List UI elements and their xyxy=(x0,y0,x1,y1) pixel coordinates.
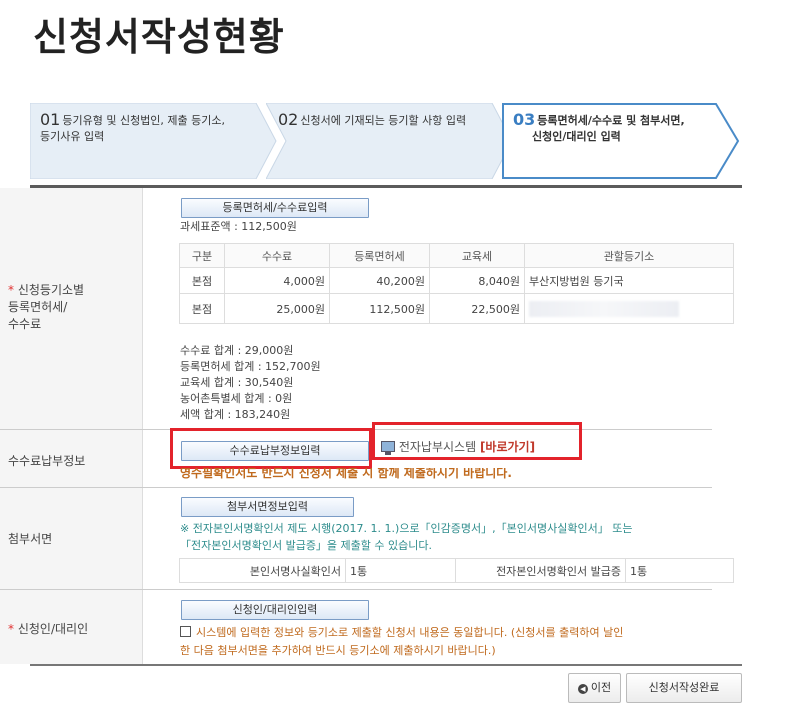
total-education-tax: 교육세 합계 : 30,540원 xyxy=(180,376,294,389)
prev-button[interactable]: ◀ 이전 xyxy=(568,673,621,703)
step-02: 02 신청서에 기재되는 등기할 사항 입력 xyxy=(266,103,516,179)
step-01-label-line1: 등기유형 및 신청법인, 제출 등기소, xyxy=(62,114,226,127)
table-row: 본점 25,000원 112,500원 22,500원 xyxy=(179,293,734,324)
agreement-text: 시스템에 입력한 정보와 등기소로 제출할 신청서 내용은 동일합니다. (신청… xyxy=(180,626,624,657)
step-progress: 01 등기유형 및 신청법인, 제출 등기소, 등기사유 입력 02 신청서에 기재… xyxy=(30,103,742,179)
step-01: 01 등기유형 및 신청법인, 제출 등기소, 등기사유 입력 xyxy=(30,103,280,179)
step-01-label-line2: 등기사유 입력 xyxy=(40,130,105,143)
tax-base-text: 과세표준액 : 112,500원 xyxy=(180,220,297,233)
fee-section-label: * 신청등기소별 등록면허세/ 수수료 xyxy=(0,188,143,429)
highlight-box-payment-system xyxy=(372,422,582,460)
attachments-notice: ※ 전자본인서명확인서 제도 시행(2017. 1. 1.)으로「인감증명서」,… xyxy=(180,522,633,552)
step-01-number: 01 xyxy=(40,110,61,129)
fee-input-button[interactable]: 등록면허세/수수료입력 xyxy=(181,198,369,218)
attachments-table: 본인서명사실확인서 1통 전자본인서명확인서 발급증 1통 xyxy=(179,558,734,583)
total-tax: 세액 합계 : 183,240원 xyxy=(180,408,291,421)
total-fee: 수수료 합계 : 29,000원 xyxy=(180,344,294,357)
fee-table: 구분 수수료 등록면허세 교육세 관할등기소 본점 4,000원 40,200원… xyxy=(179,243,734,324)
page-title: 신청서작성현황 xyxy=(33,15,285,59)
total-registration-tax: 등록면허세 합계 : 152,700원 xyxy=(180,360,321,373)
step-03-label-line1: 등록면허세/수수료 및 첨부서면, xyxy=(537,114,685,127)
payment-section-label: 수수료납부정보 xyxy=(0,430,143,487)
required-mark: * xyxy=(8,283,14,297)
applicant-input-button[interactable]: 신청인/대리인입력 xyxy=(181,600,369,620)
highlight-box-payment-button xyxy=(170,428,372,469)
step-03-active: 03 등록면허세/수수료 및 첨부서면, 신청인/대리인 입력 xyxy=(502,103,742,179)
attachments-section-label: 첨부서면 xyxy=(0,488,143,589)
table-bottom-border xyxy=(30,664,742,666)
required-mark: * xyxy=(8,622,14,636)
agree-checkbox[interactable] xyxy=(180,626,191,637)
applicant-section-label: * 신청인/대리인 xyxy=(0,590,143,664)
fee-table-header: 구분 수수료 등록면허세 교육세 관할등기소 xyxy=(179,243,734,268)
step-03-label-line2: 신청인/대리인 입력 xyxy=(532,130,621,143)
redacted-block xyxy=(529,300,679,317)
total-rural-tax: 농어촌특별세 합계 : 0원 xyxy=(180,392,293,405)
step-03-number: 03 xyxy=(513,110,536,129)
table-row: 본인서명사실확인서 1통 전자본인서명확인서 발급증 1통 xyxy=(179,558,734,583)
step-02-number: 02 xyxy=(278,110,299,129)
table-row: 본점 4,000원 40,200원 8,040원 부산지방법원 등기국 xyxy=(179,267,734,294)
step-02-label-line1: 신청서에 기재되는 등기할 사항 입력 xyxy=(300,114,467,127)
complete-button[interactable]: 신청서작성완료 xyxy=(626,673,742,703)
fee-totals: 수수료 합계 : 29,000원 등록면허세 합계 : 152,700원 교육세… xyxy=(180,343,321,423)
redacted-registry-cell xyxy=(524,293,734,324)
arrow-left-icon: ◀ xyxy=(577,684,588,694)
attachments-info-button[interactable]: 첨부서면정보입력 xyxy=(181,497,354,517)
